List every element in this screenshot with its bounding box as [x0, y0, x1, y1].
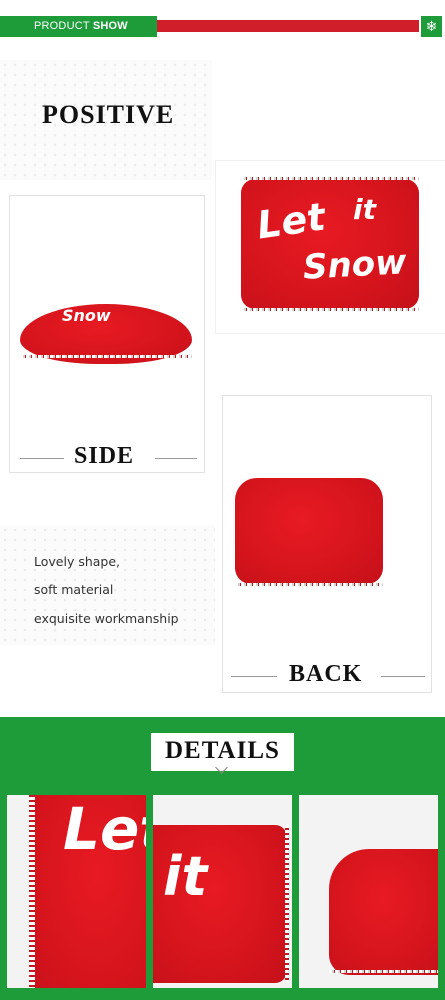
pillow-text-let: Let: [254, 194, 328, 248]
header-title: PRODUCT SHOW: [34, 20, 128, 32]
detail-photo-1: Let: [7, 795, 146, 988]
detail-photo-2: it: [153, 795, 292, 988]
header-title-light: PRODUCT: [34, 20, 90, 32]
description-line-2: soft material: [34, 582, 114, 597]
detail-text-1: Let: [63, 795, 146, 863]
side-pillow-trim: [20, 355, 192, 358]
description-line-3: exquisite workmanship: [34, 611, 179, 626]
detail-trim-1: [29, 795, 35, 988]
detail-text-2: it: [163, 845, 208, 908]
side-pillow-text: Snow: [62, 306, 111, 325]
detail-trim-3: [329, 970, 438, 973]
positive-photo: Let it Snow: [215, 160, 445, 334]
back-line-right: [381, 676, 425, 677]
pillow-trim-top: [241, 177, 419, 180]
front-pillow: Let it Snow: [241, 177, 419, 311]
details-heading: DETAILS: [165, 737, 280, 764]
side-line-left: [20, 458, 64, 459]
pillow-text-snow: Snow: [302, 242, 408, 288]
back-photo: BACK: [222, 395, 432, 693]
pillow-trim-bottom: [241, 308, 419, 311]
side-pillow: Snow: [20, 304, 192, 364]
positive-heading: POSITIVE: [42, 100, 175, 129]
detail-photo-3: [299, 795, 438, 988]
snowflake-icon: ❄: [421, 16, 442, 37]
back-pillow-trim: [235, 583, 383, 586]
back-pillow: [235, 478, 383, 586]
detail-pillow-3: [329, 849, 438, 975]
description-line-1: Lovely shape,: [34, 554, 121, 569]
header-title-bold: SHOW: [92, 20, 128, 32]
header-red-bar: [157, 20, 419, 32]
back-heading: BACK: [289, 661, 363, 687]
pillow-text-it: it: [353, 193, 376, 226]
back-line-left: [231, 676, 277, 677]
details-title-box: DETAILS: [151, 733, 294, 774]
side-heading: SIDE: [74, 443, 135, 469]
detail-trim-2: [285, 825, 289, 983]
side-line-right: [155, 458, 197, 459]
side-photo: Snow SIDE: [9, 195, 205, 473]
